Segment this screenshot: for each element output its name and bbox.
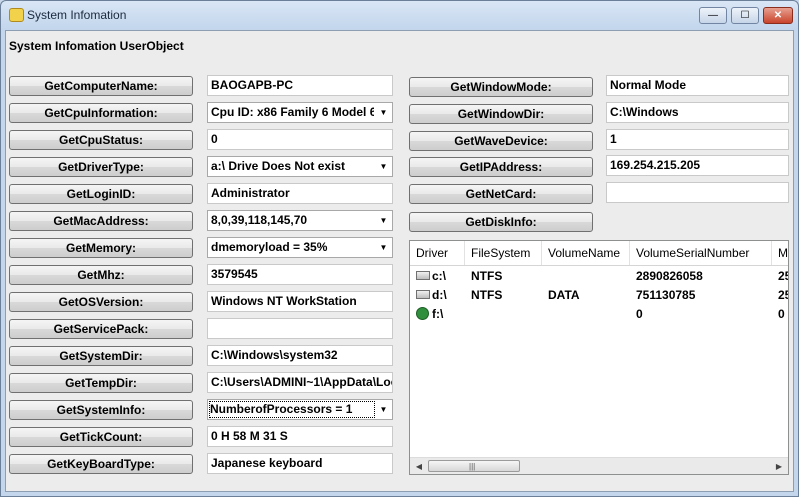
get-computer-name-button[interactable]: GetComputerName: xyxy=(9,76,193,96)
get-os-version-button[interactable]: GetOSVersion: xyxy=(9,292,193,312)
driver-type-value: a:\ Drive Does Not exist xyxy=(211,159,346,173)
close-button[interactable]: ✕ xyxy=(763,7,793,24)
scroll-right-icon[interactable]: ▶ xyxy=(771,459,787,474)
get-wave-device-button[interactable]: GetWaveDevice: xyxy=(409,131,593,151)
serial-cell: 2890826058 xyxy=(636,269,703,283)
driver-cell: c:\ xyxy=(432,269,447,283)
column-header-filesystem[interactable]: FileSystem xyxy=(465,241,542,265)
computer-name-field[interactable]: BAOGAPB-PC xyxy=(207,75,393,96)
list-header: Driver FileSystem VolumeName VolumeSeria… xyxy=(410,241,788,266)
ma-cell: 25 xyxy=(778,288,788,302)
get-service-pack-button[interactable]: GetServicePack: xyxy=(9,319,193,339)
mac-address-value: 8,0,39,118,145,70 xyxy=(211,213,308,227)
get-keyboard-type-button[interactable]: GetKeyBoardType: xyxy=(9,454,193,474)
get-mhz-button[interactable]: GetMhz: xyxy=(9,265,193,285)
filesystem-cell: NTFS xyxy=(471,288,503,302)
column-header-driver[interactable]: Driver xyxy=(410,241,465,265)
list-item[interactable]: c:\ NTFS 2890826058 25 xyxy=(410,267,788,285)
get-driver-type-button[interactable]: GetDriverType: xyxy=(9,157,193,177)
mac-address-dropdown[interactable]: 8,0,39,118,145,70 ▼ xyxy=(207,210,393,231)
scroll-left-icon[interactable]: ◀ xyxy=(411,459,427,474)
service-pack-field[interactable] xyxy=(207,318,393,339)
list-item[interactable]: d:\ NTFS DATA 751130785 25 xyxy=(410,286,788,304)
list-item[interactable]: f:\ 0 0 xyxy=(410,305,788,323)
hard-drive-icon xyxy=(416,290,430,299)
scrollbar-thumb[interactable]: ||| xyxy=(428,460,520,472)
minimize-button[interactable]: — xyxy=(699,7,727,24)
login-id-field[interactable]: Administrator xyxy=(207,183,393,204)
get-system-dir-button[interactable]: GetSystemDir: xyxy=(9,346,193,366)
client-area: System Infomation UserObject GetComputer… xyxy=(5,30,794,492)
get-cpu-information-button[interactable]: GetCpuInformation: xyxy=(9,103,193,123)
page-title: System Infomation UserObject xyxy=(9,39,184,53)
driver-cell: f:\ xyxy=(432,307,444,321)
title-bar[interactable]: System Infomation — ☐ ✕ xyxy=(1,1,798,29)
ma-cell: 0 xyxy=(778,307,785,321)
cpu-information-dropdown[interactable]: Cpu ID: x86 Family 6 Model 60 ▼ xyxy=(207,102,393,123)
temp-dir-field[interactable]: C:\Users\ADMINI~1\AppData\Local\Temp\ xyxy=(207,372,393,393)
system-info-dropdown[interactable]: NumberofProcessors = 1 ▼ xyxy=(207,399,393,420)
app-window: System Infomation — ☐ ✕ System Infomatio… xyxy=(0,0,799,497)
cd-drive-icon xyxy=(416,307,429,320)
get-window-dir-button[interactable]: GetWindowDir: xyxy=(409,104,593,124)
chevron-down-icon[interactable]: ▼ xyxy=(375,211,392,230)
window-title: System Infomation xyxy=(27,8,127,22)
column-header-volumeserialnumber[interactable]: VolumeSerialNumber xyxy=(630,241,772,265)
chevron-down-icon[interactable]: ▼ xyxy=(375,103,392,122)
serial-cell: 0 xyxy=(636,307,643,321)
disk-list-view[interactable]: Driver FileSystem VolumeName VolumeSeria… xyxy=(409,240,789,475)
keyboard-type-field[interactable]: Japanese keyboard xyxy=(207,453,393,474)
maximize-icon: ☐ xyxy=(740,10,750,21)
filesystem-cell: NTFS xyxy=(471,269,503,283)
app-icon xyxy=(9,8,24,22)
volumename-cell: DATA xyxy=(548,288,580,302)
horizontal-scrollbar[interactable]: ◀ ||| ▶ xyxy=(410,457,788,474)
mhz-field[interactable]: 3579545 xyxy=(207,264,393,285)
hard-drive-icon xyxy=(416,271,430,280)
system-dir-field[interactable]: C:\Windows\system32 xyxy=(207,345,393,366)
system-info-value: NumberofProcessors = 1 xyxy=(209,401,375,418)
wave-device-field[interactable]: 1 xyxy=(606,129,789,150)
column-header-volumename[interactable]: VolumeName xyxy=(542,241,630,265)
close-icon: ✕ xyxy=(773,10,783,21)
ip-address-field[interactable]: 169.254.215.205 xyxy=(606,155,789,176)
driver-type-dropdown[interactable]: a:\ Drive Does Not exist ▼ xyxy=(207,156,393,177)
window-dir-field[interactable]: C:\Windows xyxy=(606,102,789,123)
get-system-info-button[interactable]: GetSystemInfo: xyxy=(9,400,193,420)
get-disk-info-button[interactable]: GetDiskInfo: xyxy=(409,212,593,232)
driver-cell: d:\ xyxy=(432,288,447,302)
os-version-field[interactable]: Windows NT WorkStation xyxy=(207,291,393,312)
memory-value: dmemoryload = 35% xyxy=(211,240,328,254)
get-ip-address-button[interactable]: GetIPAddress: xyxy=(409,157,593,177)
window-mode-field[interactable]: Normal Mode xyxy=(606,75,789,96)
column-header-ma[interactable]: Ma xyxy=(772,241,788,265)
get-cpu-status-button[interactable]: GetCpuStatus: xyxy=(9,130,193,150)
net-card-field[interactable] xyxy=(606,182,789,203)
ma-cell: 25 xyxy=(778,269,788,283)
chevron-down-icon[interactable]: ▼ xyxy=(375,157,392,176)
get-memory-button[interactable]: GetMemory: xyxy=(9,238,193,258)
get-temp-dir-button[interactable]: GetTempDir: xyxy=(9,373,193,393)
get-tick-count-button[interactable]: GetTickCount: xyxy=(9,427,193,447)
cpu-status-field[interactable]: 0 xyxy=(207,129,393,150)
get-mac-address-button[interactable]: GetMacAddress: xyxy=(9,211,193,231)
chevron-down-icon[interactable]: ▼ xyxy=(375,238,392,257)
memory-dropdown[interactable]: dmemoryload = 35% ▼ xyxy=(207,237,393,258)
minimize-icon: — xyxy=(708,10,718,21)
get-window-mode-button[interactable]: GetWindowMode: xyxy=(409,77,593,97)
tick-count-field[interactable]: 0 H 58 M 31 S xyxy=(207,426,393,447)
get-net-card-button[interactable]: GetNetCard: xyxy=(409,184,593,204)
get-login-id-button[interactable]: GetLoginID: xyxy=(9,184,193,204)
chevron-down-icon[interactable]: ▼ xyxy=(375,400,392,419)
maximize-button[interactable]: ☐ xyxy=(731,7,759,24)
serial-cell: 751130785 xyxy=(636,288,696,302)
cpu-information-value: Cpu ID: x86 Family 6 Model 60 xyxy=(211,105,374,119)
grip-icon: ||| xyxy=(469,462,476,471)
